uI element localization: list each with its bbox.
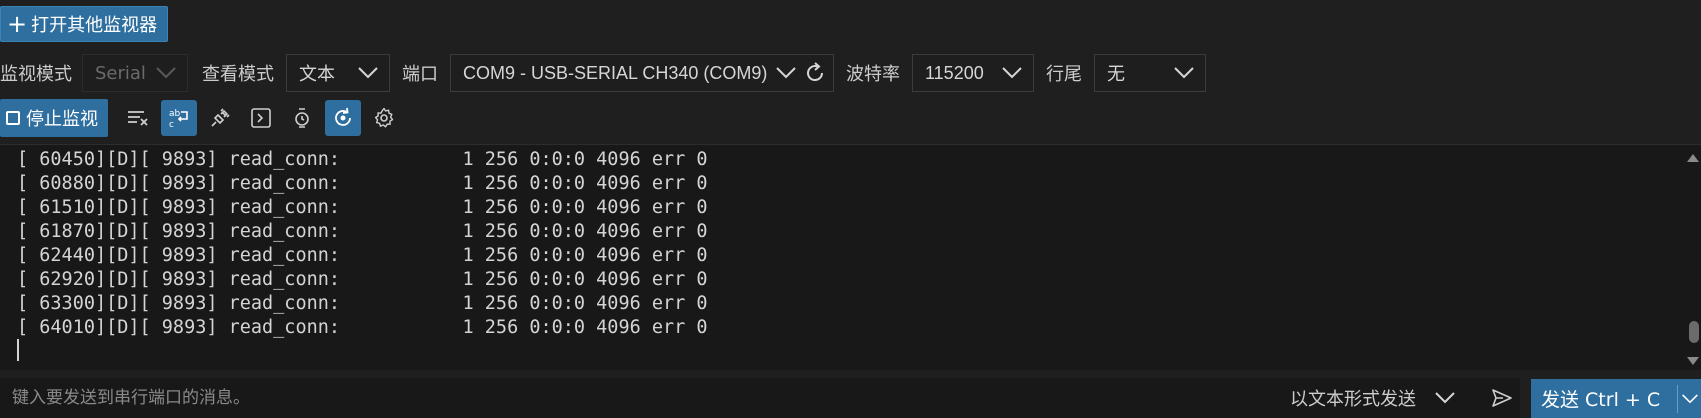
monitor-mode-select[interactable]: Serial <box>82 54 188 92</box>
scroll-down-arrow-icon[interactable] <box>1687 357 1699 365</box>
baud-rate-select[interactable]: 115200 <box>912 54 1034 92</box>
line-ending-select[interactable]: 无 <box>1094 54 1206 92</box>
settings-gear-icon <box>374 107 394 128</box>
send-button-separator <box>1677 384 1678 413</box>
log-line: [ 61870][D][ 9893] read_conn: 1 256 0:0:… <box>17 221 708 242</box>
output-scrollbar[interactable] <box>1685 145 1701 371</box>
scrollbar-thumb[interactable] <box>1689 321 1699 343</box>
log-line: [ 62920][D][ 9893] read_conn: 1 256 0:0:… <box>17 269 708 290</box>
serial-log-text: [ 60450][D][ 9893] read_conn: 1 256 0:0:… <box>17 148 708 340</box>
plug-icon <box>211 108 230 127</box>
clear-output-button[interactable] <box>120 100 156 136</box>
scroll-up-arrow-icon[interactable] <box>1687 154 1699 162</box>
view-mode-select[interactable]: 文本 <box>286 54 390 92</box>
word-wrap-toggle[interactable]: ab c <box>161 100 197 136</box>
port-label: 端口 <box>402 64 438 85</box>
send-options-dropdown[interactable] <box>1678 392 1701 406</box>
terminal-icon <box>251 108 271 128</box>
auto-scroll-toggle[interactable] <box>325 100 361 136</box>
clear-output-icon <box>128 111 148 126</box>
open-other-monitor-button[interactable]: + 打开其他监视器 <box>0 6 169 42</box>
send-button-label: 发送 Ctrl + C <box>1541 389 1661 411</box>
timestamp-button[interactable] <box>284 100 320 136</box>
open-other-monitor-label: 打开其他监视器 <box>31 15 158 36</box>
stop-square-icon <box>6 111 20 125</box>
svg-text:ab: ab <box>169 109 181 119</box>
word-wrap-icon: abc <box>169 109 188 130</box>
send-bar: 以文本形式发送 发送 Ctrl + C <box>0 378 1701 418</box>
port-select[interactable]: COM9 - USB-SERIAL CH340 (COM9) <box>450 54 834 92</box>
header-row: + 打开其他监视器 <box>0 5 169 43</box>
baud-rate-value: 115200 <box>925 62 984 83</box>
monitor-mode-label: 监视模式 <box>0 64 72 85</box>
serial-output-panel[interactable]: [ 60450][D][ 9893] read_conn: 1 256 0:0:… <box>0 144 1701 370</box>
send-button[interactable]: 发送 Ctrl + C <box>1531 379 1701 418</box>
settings-button[interactable] <box>366 100 402 136</box>
send-format-label: 以文本形式发送 <box>1290 389 1416 410</box>
log-line: [ 60880][D][ 9893] read_conn: 1 256 0:0:… <box>17 173 708 194</box>
view-mode-label: 查看模式 <box>202 64 274 85</box>
log-line: [ 64010][D][ 9893] read_conn: 1 256 0:0:… <box>17 317 708 338</box>
log-line: [ 62440][D][ 9893] read_conn: 1 256 0:0:… <box>17 245 708 266</box>
monitor-mode-value: Serial <box>95 62 146 84</box>
chevron-down-icon <box>776 67 796 79</box>
view-mode-value: 文本 <box>299 64 335 85</box>
line-ending-label: 行尾 <box>1046 64 1082 85</box>
connect-button[interactable] <box>202 100 238 136</box>
monitor-toolbar: 停止监视 ab c <box>0 98 407 138</box>
chevron-down-icon <box>1002 67 1022 79</box>
chevron-down-icon <box>1435 392 1455 404</box>
auto-scroll-icon <box>335 107 351 126</box>
svg-text:c: c <box>169 120 174 130</box>
log-line: [ 63300][D][ 9893] read_conn: 1 256 0:0:… <box>17 293 708 314</box>
text-cursor <box>17 339 19 361</box>
baud-rate-label: 波特率 <box>846 64 900 85</box>
refresh-icon[interactable] <box>803 61 827 85</box>
stop-monitor-label: 停止监视 <box>26 109 98 130</box>
send-arrow-icon[interactable] <box>1490 386 1514 410</box>
log-line: [ 61510][D][ 9893] read_conn: 1 256 0:0:… <box>17 197 708 218</box>
timestamp-icon <box>295 108 309 128</box>
line-ending-value: 无 <box>1107 64 1125 85</box>
terminal-button[interactable] <box>243 100 279 136</box>
settings-row: 监视模式 Serial 查看模式 文本 端口 COM9 - USB-SERIAL… <box>0 53 1206 93</box>
send-format-select[interactable]: 以文本形式发送 <box>1290 378 1456 418</box>
chevron-down-icon <box>1681 393 1698 403</box>
stop-monitor-button[interactable]: 停止监视 <box>0 99 108 137</box>
chevron-down-icon <box>358 67 378 79</box>
chevron-down-icon <box>1174 67 1194 79</box>
log-line: [ 60450][D][ 9893] read_conn: 1 256 0:0:… <box>17 149 708 170</box>
plus-icon: + <box>7 10 28 38</box>
chevron-down-icon <box>156 67 176 79</box>
port-value: COM9 - USB-SERIAL CH340 (COM9) <box>463 62 768 83</box>
